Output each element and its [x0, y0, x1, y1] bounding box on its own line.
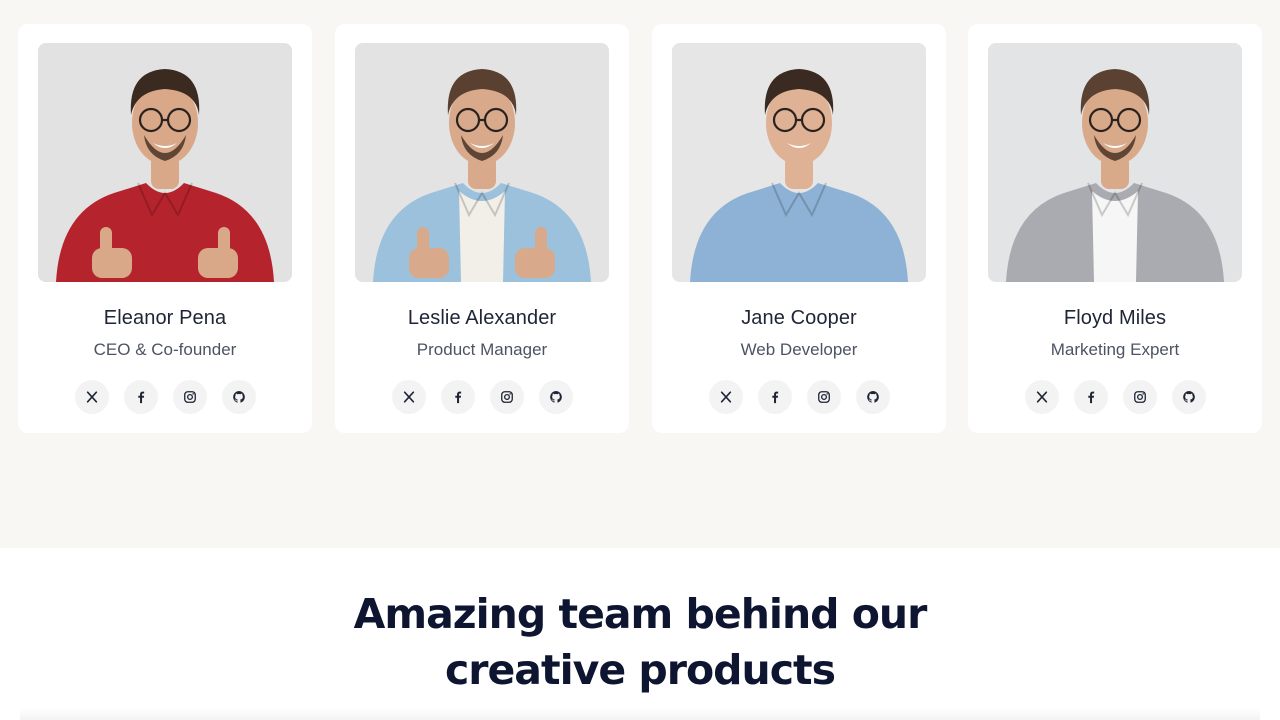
heading-line-1: Amazing team behind our [353, 590, 928, 638]
instagram-icon [500, 390, 514, 404]
x-link[interactable] [391, 380, 426, 414]
facebook-link[interactable] [757, 380, 792, 414]
github-link[interactable] [221, 380, 256, 414]
member-photo [672, 43, 926, 282]
github-icon [1182, 390, 1196, 404]
instagram-icon [817, 390, 831, 404]
facebook-link[interactable] [123, 380, 158, 414]
team-card: Jane Cooper Web Developer [652, 24, 946, 433]
member-role: Web Developer [740, 340, 858, 359]
social-links [335, 380, 629, 414]
team-card: Floyd Miles Marketing Expert [968, 24, 1262, 433]
social-links [18, 380, 312, 414]
heading-section: Amazing team behind our creative product… [0, 548, 1280, 720]
github-link[interactable] [538, 380, 573, 414]
x-icon [402, 390, 416, 404]
facebook-link[interactable] [1073, 380, 1108, 414]
github-link[interactable] [1171, 380, 1206, 414]
instagram-link[interactable] [806, 380, 841, 414]
member-name: Leslie Alexander [407, 307, 557, 329]
instagram-icon [1133, 390, 1147, 404]
social-links [652, 380, 946, 414]
section-heading: Amazing team behind our creative product… [0, 586, 1280, 698]
member-name: Floyd Miles [1063, 307, 1167, 329]
member-photo [988, 43, 1242, 282]
facebook-icon [451, 390, 465, 404]
x-icon [85, 390, 99, 404]
instagram-link[interactable] [489, 380, 524, 414]
member-name: Eleanor Pena [103, 307, 227, 329]
facebook-icon [768, 390, 782, 404]
member-role: Product Manager [416, 340, 548, 359]
x-link[interactable] [1024, 380, 1059, 414]
facebook-icon [1084, 390, 1098, 404]
github-icon [866, 390, 880, 404]
x-link[interactable] [74, 380, 109, 414]
instagram-icon [183, 390, 197, 404]
divider [20, 708, 1260, 720]
x-icon [719, 390, 733, 404]
facebook-icon [134, 390, 148, 404]
heading-line-2: creative products [444, 646, 836, 694]
member-role: Marketing Expert [1050, 340, 1180, 359]
github-icon [549, 390, 563, 404]
team-section: Eleanor Pena CEO & Co-founder Leslie Ale… [0, 0, 1280, 548]
facebook-link[interactable] [440, 380, 475, 414]
member-name: Jane Cooper [741, 307, 857, 329]
x-icon [1035, 390, 1049, 404]
instagram-link[interactable] [172, 380, 207, 414]
github-link[interactable] [855, 380, 890, 414]
x-link[interactable] [708, 380, 743, 414]
member-role: CEO & Co-founder [93, 340, 237, 359]
github-icon [232, 390, 246, 404]
team-card: Eleanor Pena CEO & Co-founder [18, 24, 312, 433]
member-photo [38, 43, 292, 282]
team-card: Leslie Alexander Product Manager [335, 24, 629, 433]
instagram-link[interactable] [1122, 380, 1157, 414]
member-photo [355, 43, 609, 282]
social-links [968, 380, 1262, 414]
